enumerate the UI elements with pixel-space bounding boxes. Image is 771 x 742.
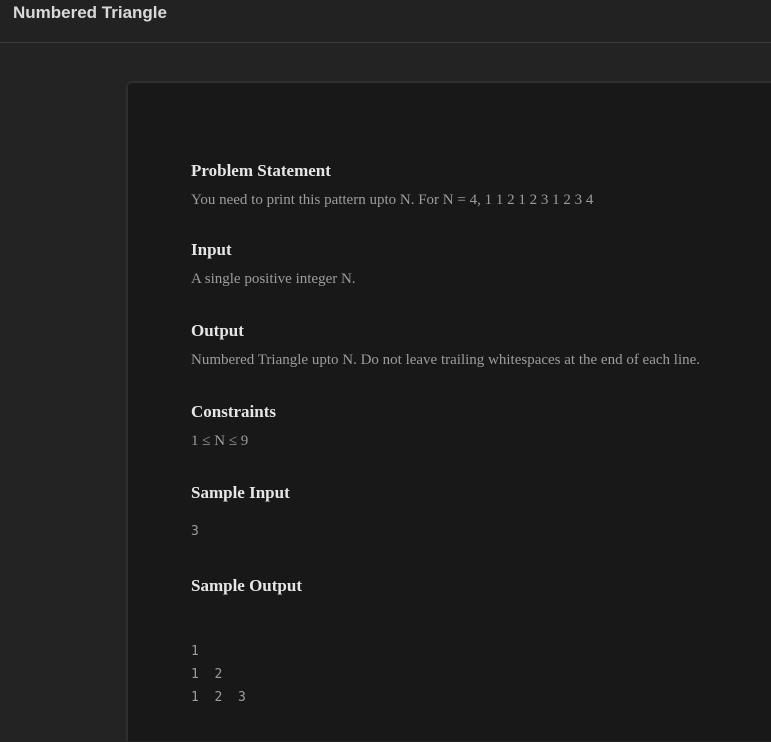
problem-panel: Problem Statement You need to print this… (126, 81, 771, 741)
input-section: Input A single positive integer N. (191, 240, 771, 288)
sample-output-section: Sample Output 1 1 2 1 2 3 (191, 576, 771, 709)
sample-input-code: 3 (191, 524, 199, 539)
sample-input-section: Sample Input 3 (191, 483, 771, 543)
problem-statement-heading: Problem Statement (191, 161, 331, 180)
problem-content: Problem Statement You need to print this… (191, 161, 771, 742)
top-bar: Numbered Triangle (0, 0, 771, 43)
constraints-section: Constraints 1 ≤ N ≤ 9 (191, 402, 771, 450)
problem-statement-text: You need to print this pattern upto N. F… (191, 192, 594, 208)
input-text: A single positive integer N. (191, 271, 356, 287)
output-section: Output Numbered Triangle upto N. Do not … (191, 321, 771, 369)
problem-statement-section: Problem Statement You need to print this… (191, 161, 771, 209)
constraints-text: 1 ≤ N ≤ 9 (191, 433, 249, 449)
sample-input-heading: Sample Input (191, 483, 290, 502)
sample-output-line: 1 (191, 644, 199, 659)
sample-output-heading: Sample Output (191, 576, 302, 595)
output-text: Numbered Triangle upto N. Do not leave t… (191, 352, 701, 368)
sample-output-line: 1 2 3 (191, 690, 246, 705)
output-heading: Output (191, 321, 244, 340)
page-title: Numbered Triangle (13, 3, 167, 22)
input-heading: Input (191, 240, 232, 259)
sample-output-line: 1 2 (191, 667, 223, 682)
constraints-heading: Constraints (191, 402, 277, 421)
sample-output-code: 1 1 2 1 2 3 (191, 640, 771, 709)
